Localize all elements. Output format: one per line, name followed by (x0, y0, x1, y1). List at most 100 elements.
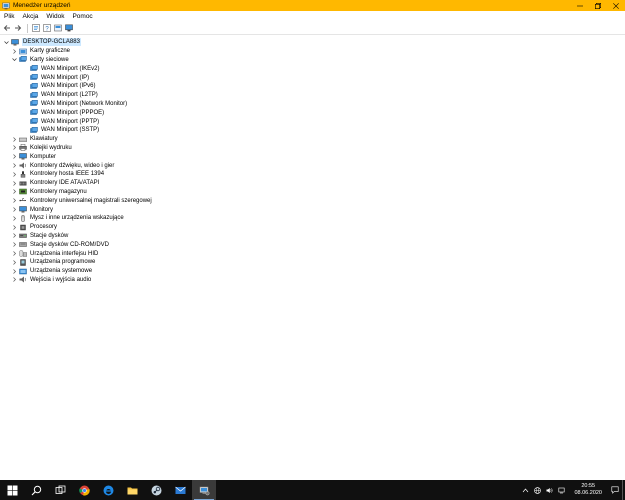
computer-icon (19, 153, 27, 160)
chevron-down-icon[interactable] (11, 57, 17, 63)
category-row[interactable]: Karty graficzne (11, 47, 70, 56)
category-row[interactable]: Stacje dysków CD-ROM/DVD (11, 240, 109, 249)
category-row[interactable]: Karty sieciowe (11, 56, 69, 65)
update-driver-icon (54, 24, 62, 32)
maximize-button[interactable] (589, 0, 607, 11)
notification-center-button[interactable] (608, 480, 622, 500)
menu-plik[interactable]: Plik (0, 13, 18, 20)
menu-pomoc[interactable]: Pomoc (68, 13, 96, 20)
chevron-right-icon[interactable] (11, 259, 17, 265)
category-row[interactable]: Klawiatury (11, 135, 58, 144)
menu-widok[interactable]: Widok (42, 13, 68, 20)
forward-button[interactable] (13, 23, 23, 33)
clock-time: 20:55 (581, 483, 596, 489)
keyboard-icon (19, 136, 27, 143)
clock[interactable]: 20:55 08.06.2020 (574, 483, 602, 497)
tray-network-button[interactable] (532, 480, 542, 500)
category-row[interactable]: Urządzenia programowe (11, 258, 95, 267)
speaker-system-icon (558, 487, 565, 493)
chevron-right-icon[interactable] (11, 277, 17, 283)
chevron-right-icon[interactable] (11, 224, 17, 230)
category-row[interactable]: Monitory (11, 205, 53, 214)
chevron-right-icon[interactable] (11, 198, 17, 204)
device-row[interactable]: WAN Miniport (PPPOE) (30, 108, 104, 117)
category-label: Stacje dysków (30, 232, 69, 239)
steam-taskbar-button[interactable] (144, 480, 168, 500)
edge-icon (103, 485, 113, 495)
network-icon (534, 486, 541, 494)
windows-start-icon (7, 485, 17, 495)
chevron-right-icon[interactable] (11, 154, 17, 160)
scan-hardware-button[interactable] (64, 23, 74, 33)
chevron-up-icon (522, 487, 529, 492)
chevron-right-icon[interactable] (11, 215, 17, 221)
properties-button[interactable] (31, 23, 41, 33)
file-explorer-taskbar-button[interactable] (120, 480, 144, 500)
device-row[interactable]: WAN Miniport (Network Monitor) (30, 100, 127, 109)
device-manager-app-icon (2, 2, 10, 10)
edge-taskbar-button[interactable] (96, 480, 120, 500)
start-button[interactable] (0, 480, 24, 500)
window-title: Menedżer urządzeń (13, 2, 71, 9)
chrome-icon (78, 485, 90, 496)
chevron-right-icon[interactable] (11, 171, 17, 177)
storage-controller-icon (19, 188, 27, 195)
update-driver-button[interactable] (53, 23, 63, 33)
category-row[interactable]: Procesory (11, 223, 57, 232)
chevron-right-icon[interactable] (11, 48, 17, 54)
category-row[interactable]: Stacje dysków (11, 232, 68, 241)
category-row[interactable]: Kontrolery IDE ATA/ATAPI (11, 179, 99, 188)
device-row[interactable]: WAN Miniport (IKEv2) (30, 64, 99, 73)
device-manager-taskbar-button[interactable] (192, 480, 216, 500)
mail-taskbar-button[interactable] (168, 480, 192, 500)
device-label: WAN Miniport (IKEv2) (41, 65, 100, 72)
category-row[interactable]: Kolejki wydruku (11, 144, 72, 153)
search-button[interactable] (24, 480, 48, 500)
category-label: Kontrolery hosta IEEE 1394 (30, 171, 105, 178)
chevron-right-icon[interactable] (11, 242, 17, 248)
network-adapter-icon (30, 126, 38, 134)
device-row[interactable]: WAN Miniport (PPTP) (30, 117, 99, 126)
chevron-right-icon[interactable] (11, 145, 17, 151)
device-row[interactable]: WAN Miniport (IPv6) (30, 82, 95, 91)
minimize-button[interactable] (571, 0, 589, 11)
computer-name-label: DESKTOP-GCLA883 (22, 38, 81, 47)
category-row[interactable]: Komputer (11, 152, 56, 161)
chevron-right-icon[interactable] (11, 207, 17, 213)
menu-akcja[interactable]: Akcja (18, 13, 42, 20)
network-adapter-icon (30, 82, 38, 90)
tray-volume-button[interactable] (544, 480, 554, 500)
category-row[interactable]: Urządzenia systemowe (11, 267, 92, 276)
category-row[interactable]: Mysz i inne urządzenia wskazujące (11, 214, 124, 223)
category-label: Mysz i inne urządzenia wskazujące (30, 215, 124, 222)
chevron-right-icon[interactable] (11, 251, 17, 257)
device-row[interactable]: WAN Miniport (L2TP) (30, 91, 98, 100)
category-row[interactable]: Kontrolery uniwersalnej magistrali szere… (11, 196, 152, 205)
category-row[interactable]: Urządzenia interfejsu HID (11, 249, 98, 258)
chevron-right-icon[interactable] (11, 189, 17, 195)
chevron-right-icon[interactable] (11, 268, 17, 274)
category-row[interactable]: Wejścia i wyjścia audio (11, 276, 91, 285)
chrome-taskbar-button[interactable] (72, 480, 96, 500)
task-view-button[interactable] (48, 480, 72, 500)
tree-root[interactable]: DESKTOP-GCLA883 (3, 38, 81, 47)
chevron-right-icon[interactable] (11, 163, 17, 169)
tray-overflow-button[interactable] (520, 480, 530, 500)
category-row[interactable]: Kontrolery hosta IEEE 1394 (11, 170, 104, 179)
close-button[interactable] (607, 0, 625, 11)
category-row[interactable]: Kontrolery magazynu (11, 188, 87, 197)
device-row[interactable]: WAN Miniport (SSTP) (30, 126, 99, 135)
chevron-right-icon[interactable] (11, 136, 17, 142)
network-adapter-icon (30, 109, 38, 116)
tray-system-button[interactable] (556, 480, 566, 500)
help-button[interactable]: ? (42, 23, 52, 33)
mail-icon (174, 486, 186, 494)
search-icon (31, 485, 41, 495)
chevron-down-icon[interactable] (3, 39, 9, 45)
category-row[interactable]: Kontrolery dźwięku, wideo i gier (11, 161, 114, 170)
chevron-right-icon[interactable] (11, 233, 17, 239)
chevron-right-icon[interactable] (11, 180, 17, 186)
back-button[interactable] (2, 23, 12, 33)
device-row[interactable]: WAN Miniport (IP) (30, 73, 89, 82)
category-label: Wejścia i wyjścia audio (30, 276, 92, 283)
